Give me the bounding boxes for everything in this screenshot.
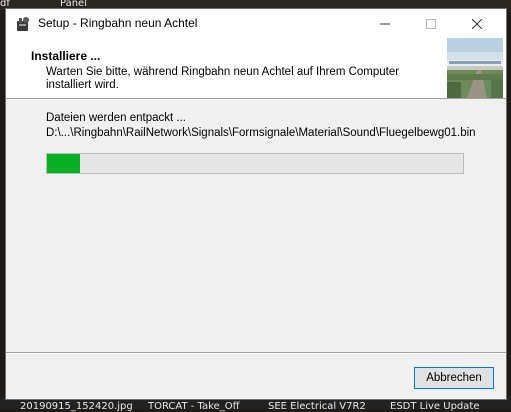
minimize-icon	[380, 23, 390, 24]
status-text: Dateien werden entpackt ...	[46, 112, 186, 124]
progress-fill	[47, 154, 81, 173]
install-progress-bar	[46, 153, 464, 174]
close-button[interactable]	[454, 9, 500, 38]
maximize-icon	[426, 18, 436, 29]
footer-divider-highlight	[6, 353, 506, 354]
header-band: Installiere ... Warten Sie bitte, währen…	[6, 38, 506, 99]
title-bar[interactable]: Setup - Ringbahn neun Achtel	[6, 9, 506, 38]
maximize-button[interactable]	[408, 9, 454, 38]
page-description: Warten Sie bitte, während Ringbahn neun …	[46, 66, 400, 91]
close-icon	[472, 18, 482, 29]
desktop-item-see-electrical[interactable]: SEE Electrical V7R2	[268, 401, 366, 412]
railway-banner-image	[447, 38, 503, 98]
minimize-button[interactable]	[362, 9, 408, 38]
desktop-item-esdt[interactable]: ESDT Live Update	[390, 401, 479, 412]
setup-app-icon	[15, 16, 31, 32]
desktop-item-torcat[interactable]: TORCAT - Take_Off	[148, 401, 239, 412]
current-file-path: D:\...\Ringbahn\RailNetwork\Signals\Form…	[46, 127, 476, 139]
setup-window: Setup - Ringbahn neun Achtel Installiere…	[5, 8, 507, 400]
window-title: Setup - Ringbahn neun Achtel	[38, 16, 198, 30]
page-title: Installiere ...	[31, 49, 101, 63]
desktop-item-photo[interactable]: 20190915_152420.jpg	[20, 401, 133, 412]
cancel-button[interactable]: Abbrechen	[414, 367, 494, 389]
